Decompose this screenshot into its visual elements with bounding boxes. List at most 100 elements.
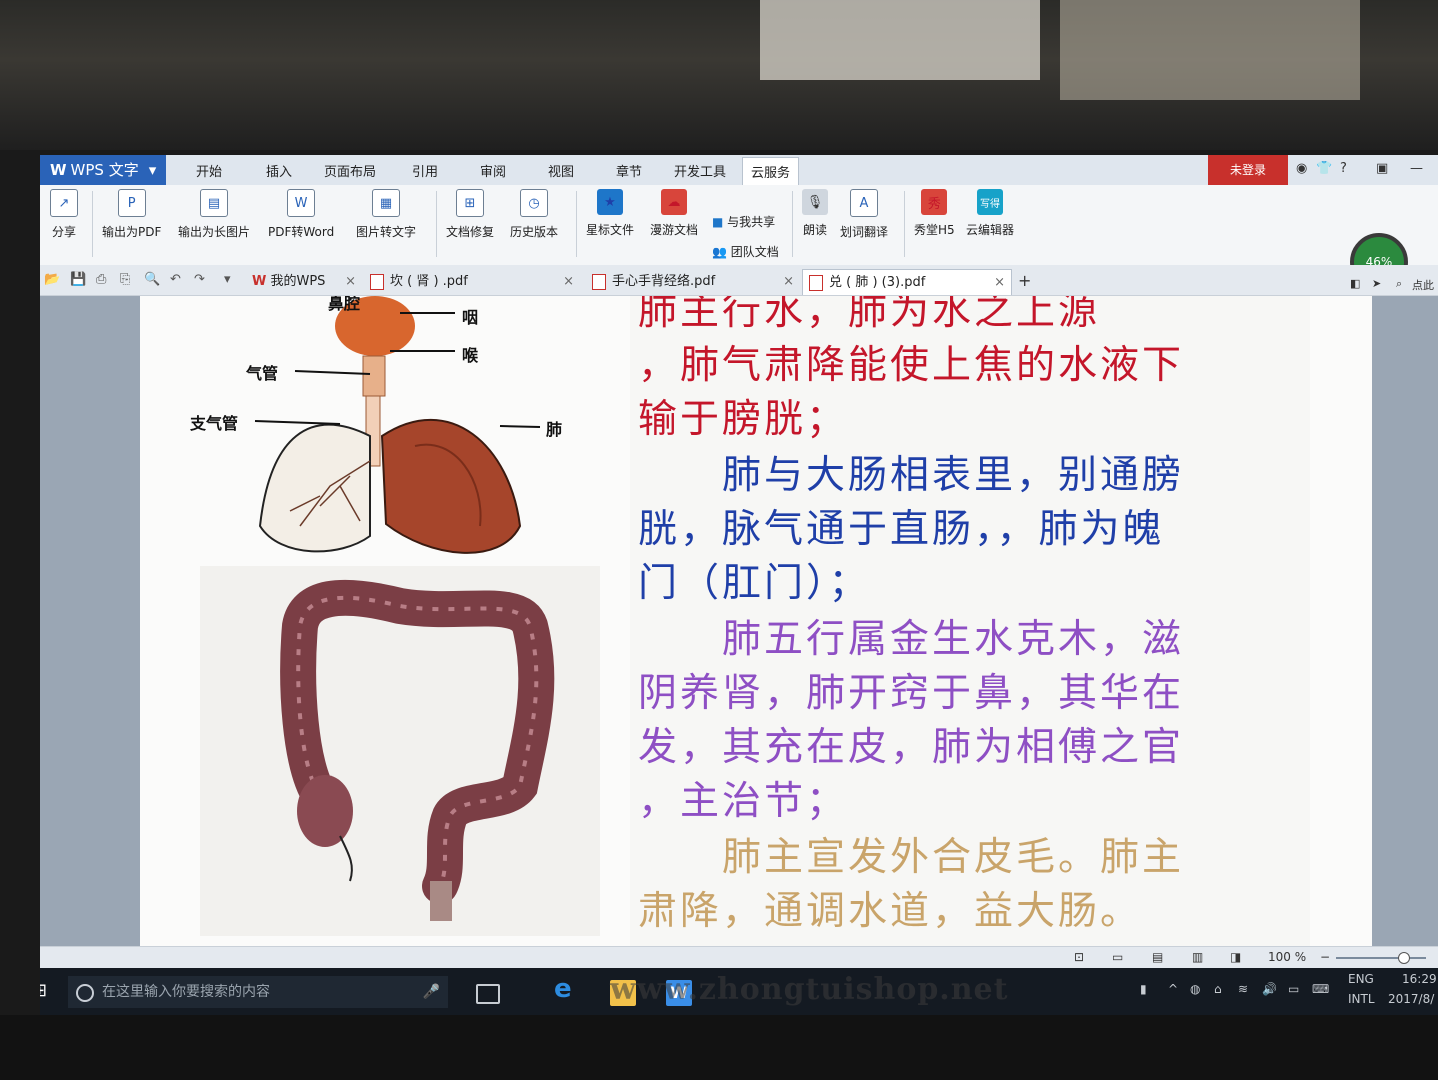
search-icon[interactable]: ⌕ xyxy=(1396,277,1402,291)
microphone-icon[interactable]: 🎤 xyxy=(423,976,440,1008)
xiutang-h5-label: 秀堂H5 xyxy=(914,223,955,237)
dropdown-icon[interactable]: ▾ xyxy=(224,272,231,287)
power-icon[interactable]: ▭ xyxy=(1288,982,1299,996)
edge-browser-icon[interactable]: e xyxy=(554,974,580,1004)
star-folder-icon: ★ xyxy=(597,189,623,215)
team-docs-button[interactable]: 👥 团队文档 xyxy=(712,243,779,260)
tab-view[interactable]: 视图 xyxy=(548,161,574,180)
close-icon[interactable]: × xyxy=(783,269,794,295)
tab-review[interactable]: 审阅 xyxy=(480,161,506,180)
cloud-editor-button[interactable]: 写得 云编辑器 xyxy=(966,189,1014,238)
export-icon[interactable]: ⎙ xyxy=(96,272,106,287)
cloud-folder-icon: ☁ xyxy=(661,189,687,215)
tab-section[interactable]: 章节 xyxy=(616,161,642,180)
history-version-button[interactable]: ◷ 历史版本 xyxy=(510,189,558,240)
fit-page-icon[interactable]: ⊡ xyxy=(1074,950,1084,964)
team-docs-label: 团队文档 xyxy=(730,245,779,259)
article-text: 肺主行水，肺为水之上源 ，肺气肃降能使上焦的水液下 输于膀胱； 肺与大肠相表里，… xyxy=(630,296,1310,946)
open-folder-icon[interactable]: 📂 xyxy=(44,272,60,287)
read-aloud-label: 朗读 xyxy=(802,223,827,237)
battery-icon[interactable]: ▮ xyxy=(1140,982,1147,996)
export-pdf-button[interactable]: P 输出为PDF xyxy=(102,189,161,240)
label-trachea: 气管 xyxy=(246,364,279,383)
wifi-icon[interactable]: ≋ xyxy=(1238,982,1248,996)
tab-references[interactable]: 引用 xyxy=(412,161,438,180)
usb-icon[interactable]: ⌂ xyxy=(1214,982,1222,996)
clock-date[interactable]: 2017/8/ xyxy=(1388,992,1434,1006)
starred-files-button[interactable]: ★ 星标文件 xyxy=(586,189,634,238)
export-long-image-button[interactable]: ▤ 输出为长图片 xyxy=(178,189,250,240)
zoom-slider-thumb[interactable] xyxy=(1398,952,1410,964)
windows-start-icon[interactable]: ⊞ xyxy=(40,980,47,1001)
cortana-search-box[interactable]: 在这里输入你要搜索的内容 🎤 xyxy=(68,976,448,1008)
pdf-to-word-button[interactable]: W PDF转Word xyxy=(268,189,334,240)
save-icon[interactable]: 💾 xyxy=(70,272,86,287)
skin-icon[interactable]: ◉ xyxy=(1296,161,1307,176)
starred-files-label: 星标文件 xyxy=(586,223,635,237)
right-search-label: 点此 xyxy=(1412,279,1434,292)
login-button[interactable]: 未登录 xyxy=(1208,155,1288,185)
tab-developer[interactable]: 开发工具 xyxy=(674,161,726,180)
restore-icon[interactable]: ▣ xyxy=(1376,161,1388,176)
document-viewport[interactable]: 鼻腔 咽 喉 气管 支气管 肺 肺主行水，肺为水之上源 ，肺气肃降能使上焦的水液… xyxy=(40,296,1438,946)
doc-repair-button[interactable]: ⊞ 文档修复 xyxy=(446,189,494,240)
reading-mode-icon[interactable]: ◨ xyxy=(1230,950,1241,964)
read-aloud-button[interactable]: 🎙 朗读 xyxy=(802,189,828,238)
text-line: 发，其充在皮，肺为相傅之官 xyxy=(638,725,1185,770)
tab-page-layout[interactable]: 页面布局 xyxy=(324,161,376,180)
share-button[interactable]: ↗ 分享 xyxy=(50,189,78,240)
input-language[interactable]: ENG xyxy=(1348,972,1374,986)
tab-insert[interactable]: 插入 xyxy=(266,161,292,180)
status-bar: ⊡ ▭ ▤ ▥ ◨ 100 % − xyxy=(40,946,1438,969)
background-paper xyxy=(760,0,1040,80)
tab-doc-meridian[interactable]: 手心手背经络.pdf × xyxy=(586,269,800,295)
shirt-icon[interactable]: 👕 xyxy=(1316,161,1332,176)
keyboard-layout[interactable]: INTL xyxy=(1348,992,1375,1006)
laptop-screen: W WPS 文字 ▾ 开始 插入 页面布局 引用 审阅 视图 章节 开发工具 云服务… xyxy=(40,155,1438,1017)
tab-cloud-service[interactable]: 云服务 xyxy=(742,157,800,185)
pdf-icon xyxy=(809,274,823,291)
tab-my-wps[interactable]: W 我的WPS × xyxy=(246,269,362,295)
single-page-icon[interactable]: ▭ xyxy=(1112,950,1123,964)
help-icon[interactable]: ? xyxy=(1340,161,1347,176)
pdf-icon xyxy=(370,273,384,290)
preview-icon[interactable]: 🔍 xyxy=(144,272,160,287)
volume-icon[interactable]: 🔊 xyxy=(1262,982,1277,996)
double-page-icon[interactable]: ▥ xyxy=(1192,950,1203,964)
bookmark-icon[interactable]: ◧ xyxy=(1350,277,1360,290)
roaming-docs-label: 漫游文档 xyxy=(650,223,699,237)
zoom-level[interactable]: 100 % xyxy=(1268,950,1306,964)
pdf-to-word-icon: W xyxy=(287,189,316,217)
image-to-text-label: 图片转文字 xyxy=(356,225,417,239)
tab-doc-kan[interactable]: 坎 ( 肾 ) .pdf × xyxy=(364,269,580,295)
xiutang-h5-button[interactable]: 秀秀堂H5 xyxy=(914,189,955,238)
pdf-icon xyxy=(592,273,606,290)
app-menu-button[interactable]: W WPS 文字 ▾ xyxy=(40,155,166,185)
document-tab-bar: 📂 💾 ⎙ ⎘ 🔍 ↶ ↷ ▾ W 我的WPS × 坎 ( 肾 ) .pdf × 手… xyxy=(40,265,1438,296)
new-tab-button[interactable]: + xyxy=(1018,271,1031,290)
close-icon[interactable]: × xyxy=(563,269,574,295)
pdf-to-word-label: PDF转Word xyxy=(268,225,335,239)
redo-icon[interactable]: ↷ xyxy=(194,272,205,287)
xiutang-icon: 秀 xyxy=(921,189,948,215)
keyboard-icon[interactable]: ⌨ xyxy=(1312,982,1329,996)
zoom-out-icon[interactable]: − xyxy=(1320,950,1330,964)
undo-icon[interactable]: ↶ xyxy=(170,272,181,287)
task-view-icon[interactable] xyxy=(476,984,500,1004)
zoom-slider[interactable] xyxy=(1336,952,1426,964)
print-icon[interactable]: ⎘ xyxy=(120,272,130,287)
close-icon[interactable]: × xyxy=(345,269,356,295)
tab-start[interactable]: 开始 xyxy=(196,161,222,180)
continuous-page-icon[interactable]: ▤ xyxy=(1152,950,1163,964)
shared-with-me-button[interactable]: ■ 与我共享 xyxy=(712,213,775,230)
minimize-icon[interactable]: — xyxy=(1410,161,1423,176)
word-translate-button[interactable]: A 划词翻译 xyxy=(840,189,888,240)
image-to-text-button[interactable]: ▦ 图片转文字 xyxy=(356,189,416,240)
pointer-icon[interactable]: ➤ xyxy=(1372,277,1381,290)
roaming-docs-button[interactable]: ☁ 漫游文档 xyxy=(650,189,698,238)
show-hidden-icons[interactable]: ^ xyxy=(1168,982,1178,996)
tab-doc-dui-lung[interactable]: 兑 ( 肺 ) (3).pdf × xyxy=(802,269,1012,295)
network-icon[interactable]: ◍ xyxy=(1190,982,1200,996)
close-icon[interactable]: × xyxy=(994,270,1005,296)
clock-time[interactable]: 16:29 xyxy=(1402,972,1437,986)
